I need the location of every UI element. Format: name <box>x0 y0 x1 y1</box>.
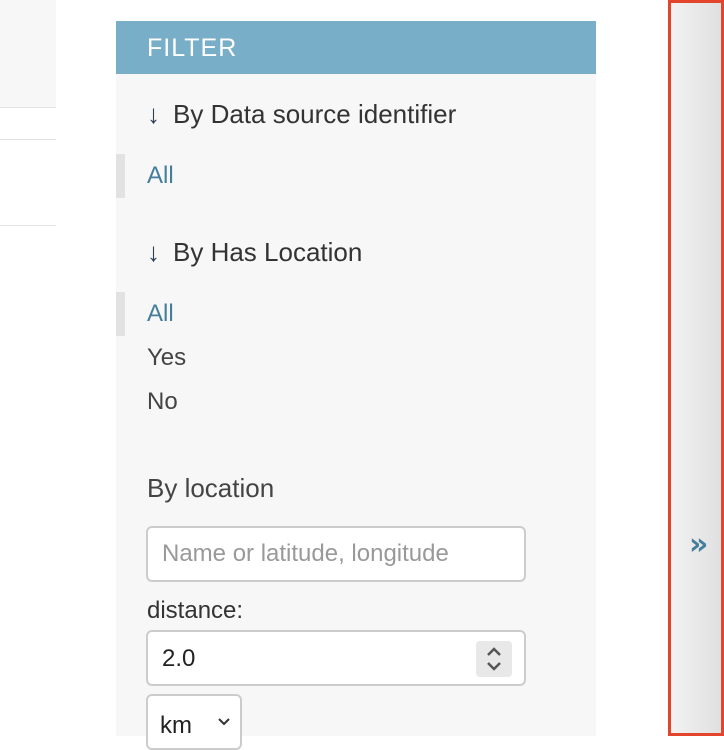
distance-label: distance: <box>147 597 244 624</box>
distance-value: 2.0 <box>162 645 196 672</box>
arrow-down-icon: ↓ <box>147 237 160 267</box>
double-chevron-right-icon: » <box>689 527 709 562</box>
spinner-arrows-icon <box>487 647 501 671</box>
filter-option-all[interactable]: All <box>116 292 596 336</box>
filter-option-yes[interactable]: Yes <box>116 336 596 380</box>
filter-title-label: By Data source identifier <box>173 99 457 129</box>
filter-title-has-location[interactable]: ↓ By Has Location <box>147 237 362 268</box>
filter-option-no[interactable]: No <box>116 380 596 424</box>
distance-input[interactable]: 2.0 <box>146 630 526 686</box>
table-header-row <box>0 0 56 108</box>
filter-title-label: By Has Location <box>173 237 363 267</box>
toggle-sidebar-button[interactable]: » <box>668 0 724 736</box>
filter-panel: FILTER ↓ By Data source identifier All ↓ B… <box>116 21 596 750</box>
arrow-down-icon: ↓ <box>147 99 160 129</box>
filter-title-location: By location <box>147 473 275 503</box>
filter-option-all[interactable]: All <box>116 154 596 198</box>
filter-title-data-source[interactable]: ↓ By Data source identifier <box>147 99 456 130</box>
chevron-down-icon <box>218 718 230 726</box>
number-spinner[interactable] <box>476 641 512 677</box>
location-search-input[interactable] <box>146 526 526 582</box>
filter-header: FILTER <box>116 21 596 74</box>
changelist-content <box>0 0 56 736</box>
table-row[interactable] <box>0 139 56 226</box>
distance-unit-select[interactable]: km <box>146 694 242 750</box>
